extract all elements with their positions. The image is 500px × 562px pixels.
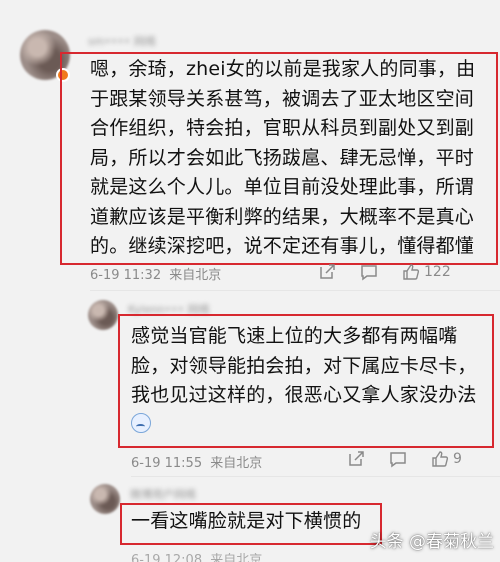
comment-source: 来自北京 (169, 268, 222, 283)
comment-actions: 9 (347, 450, 462, 468)
comment-icon (390, 452, 406, 468)
divider (131, 476, 500, 477)
like-count: 122 (424, 264, 451, 280)
username[interactable]: Kylenn••• 网络 (128, 301, 210, 316)
like-count: 9 (453, 451, 462, 467)
comment-source: 来自北京 (210, 553, 263, 562)
divider (90, 290, 500, 291)
comment-actions: 122 (318, 263, 451, 281)
comment-time: 6-19 12:08 (131, 553, 203, 562)
comment-time: 6-19 11:32 (90, 268, 162, 283)
thumbs-up-icon (432, 451, 449, 467)
username[interactable]: sm•••• 网络 (88, 33, 156, 48)
like-button[interactable]: 9 (431, 450, 462, 468)
comment-button[interactable] (389, 450, 407, 468)
avatar[interactable] (88, 300, 118, 330)
comment-text: 嗯，余琦，zhei女的以前是我家人的同事，由于跟某领导关系甚笃，被调去了亚太地区… (90, 58, 476, 257)
share-icon (320, 264, 335, 279)
avatar[interactable] (90, 484, 120, 514)
comment-text-content: 感觉当官能飞速上位的大多都有两幅嘴脸，对领导能拍会拍，对下属应卡尽卡，我也见过这… (131, 325, 477, 406)
comment-button[interactable] (360, 263, 378, 281)
comment-text: 一看这嘴脸就是对下横惯的 (131, 510, 362, 532)
watermark: 头条 @春菊秋兰 (369, 532, 494, 552)
emoji-icon (131, 412, 151, 433)
share-icon (349, 451, 364, 466)
comment-icon (361, 265, 377, 281)
username[interactable]: 微博用户网络 (130, 486, 196, 501)
share-button[interactable] (318, 263, 336, 281)
comment-meta: 6-19 12:08 来自北京 (131, 549, 262, 562)
thumbs-up-icon (403, 264, 420, 280)
comment-meta: 6-19 11:32 来自北京 (90, 264, 221, 283)
comment-source: 来自北京 (210, 456, 263, 471)
like-button[interactable]: 122 (402, 263, 451, 281)
comment-text: 感觉当官能飞速上位的大多都有两幅嘴脸，对领导能拍会拍，对下属应卡尽卡，我也见过这… (131, 322, 483, 440)
share-button[interactable] (347, 450, 365, 468)
comment-time: 6-19 11:55 (131, 456, 203, 471)
comment-meta: 6-19 11:55 来自北京 (131, 452, 262, 471)
